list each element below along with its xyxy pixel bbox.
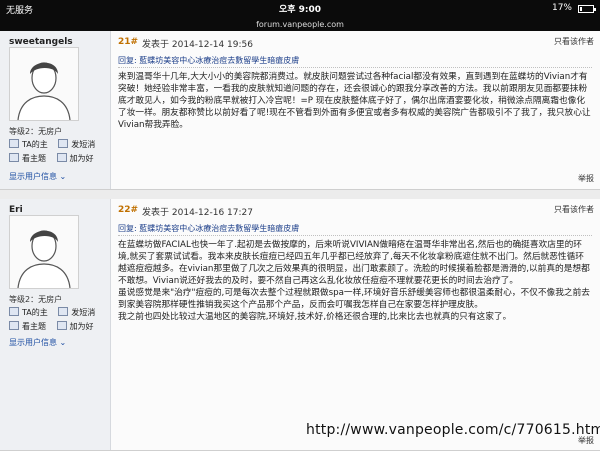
- posted-label: 发表于: [142, 208, 170, 218]
- posted-time: 2014-12-16 17:27: [171, 208, 253, 218]
- url-text: forum.vanpeople.com: [256, 20, 344, 29]
- author-panel: Eri 等级2：无房户 TA的主 发短消 看主题 加为好 显示用户信息 ⌄: [0, 199, 111, 450]
- level-value: 无房户: [38, 295, 63, 304]
- report-link[interactable]: 举报: [578, 173, 594, 184]
- source-url-watermark: http://www.vanpeople.com/c/770615.html: [306, 422, 600, 438]
- avatar[interactable]: [9, 215, 79, 289]
- only-author-link[interactable]: 只看该作者: [554, 36, 594, 47]
- posted-time: 2014-12-14 19:56: [171, 40, 253, 50]
- forum-post: Eri 等级2：无房户 TA的主 发短消 看主题 加为好 显示用户信息 ⌄ 22…: [0, 199, 600, 451]
- ta-topics-link[interactable]: TA的主: [9, 139, 48, 150]
- post-meta: 发表于 2014-12-16 17:27: [136, 205, 253, 218]
- add-friend-icon: [56, 321, 67, 330]
- body-paragraph: 在蓝蝶坊做FACIAL也快一年了.起初是去做按摩的，后来听说VIVIAN做暗疮在…: [118, 240, 590, 286]
- default-avatar-icon: [17, 62, 71, 121]
- user-level: 等级2：无房户: [9, 126, 62, 137]
- add-friend-link[interactable]: 加为好: [56, 153, 94, 164]
- post-body: 来到温哥华十几年,大大小小的美容院都消费过。就皮肤问题尝试过各种facial都没…: [118, 71, 592, 131]
- reply-title: 回复: 藍蝶坊美容中心冰療治痘去數留學生暗瘡皮膚: [118, 223, 592, 236]
- author-panel: sweetangels 等级2：无房户 TA的主 发短消 看主题 加为好 显示用…: [0, 31, 111, 189]
- send-message-link[interactable]: 发短消: [58, 307, 95, 318]
- view-topics-link[interactable]: 看主题: [9, 321, 46, 332]
- user-icon: [9, 139, 19, 148]
- only-author-link[interactable]: 只看该作者: [554, 204, 594, 215]
- author-actions: TA的主 发短消 看主题 加为好: [9, 139, 103, 167]
- author-username[interactable]: sweetangels: [9, 37, 73, 47]
- forum-post: sweetangels 等级2：无房户 TA的主 发短消 看主题 加为好 显示用…: [0, 31, 600, 190]
- add-friend-icon: [56, 153, 67, 162]
- default-avatar-icon: [17, 230, 71, 289]
- level-label: 等级2：: [9, 295, 39, 304]
- show-user-info-link[interactable]: 显示用户信息 ⌄: [9, 337, 66, 348]
- topic-icon: [9, 321, 19, 330]
- chevron-down-icon: ⌄: [59, 172, 67, 181]
- view-topics-link[interactable]: 看主题: [9, 153, 46, 164]
- status-bar: 无服务 오후 9:00 17%: [0, 0, 600, 20]
- battery-level-fill: [580, 7, 582, 11]
- avatar[interactable]: [9, 47, 79, 121]
- message-icon: [58, 139, 69, 148]
- show-user-info-link[interactable]: 显示用户信息 ⌄: [9, 171, 66, 182]
- topic-icon: [9, 153, 19, 162]
- reply-title: 回复: 藍蝶坊美容中心冰療治痘去數留學生暗瘡皮膚: [118, 55, 592, 68]
- user-icon: [9, 307, 19, 316]
- level-label: 等级2：: [9, 127, 39, 136]
- battery-icon: [578, 5, 596, 13]
- author-actions: TA的主 发短消 看主题 加为好: [9, 307, 103, 335]
- send-message-link[interactable]: 发短消: [58, 139, 95, 150]
- message-icon: [58, 307, 69, 316]
- battery-percent: 17%: [551, 3, 572, 13]
- user-level: 等级2：无房户: [9, 294, 62, 305]
- ta-topics-link[interactable]: TA的主: [9, 307, 48, 318]
- author-username[interactable]: Eri: [9, 205, 23, 215]
- post-meta: 发表于 2014-12-14 19:56: [136, 37, 253, 50]
- chevron-down-icon: ⌄: [59, 338, 67, 347]
- post-body: 在蓝蝶坊做FACIAL也快一年了.起初是去做按摩的，后来听说VIVIAN做暗疮在…: [118, 239, 592, 323]
- body-paragraph: 虽说感觉是来"治疗"痘痘的,可是每次去整个过程就跟做spa一样,环境好音乐舒缓美…: [118, 288, 590, 310]
- url-bar[interactable]: forum.vanpeople.com: [0, 20, 600, 31]
- body-paragraph: 来到温哥华十几年,大大小小的美容院都消费过。就皮肤问题尝试过各种facial都没…: [118, 72, 591, 130]
- add-friend-link[interactable]: 加为好: [56, 321, 94, 332]
- clock: 오후 9:00: [278, 5, 322, 15]
- body-paragraph: 我之前也四处比较过大温地区的美容院,环境好,技术好,价格还很合理的,比来比去也就…: [118, 312, 512, 322]
- level-value: 无房户: [38, 127, 63, 136]
- posted-label: 发表于: [142, 40, 170, 50]
